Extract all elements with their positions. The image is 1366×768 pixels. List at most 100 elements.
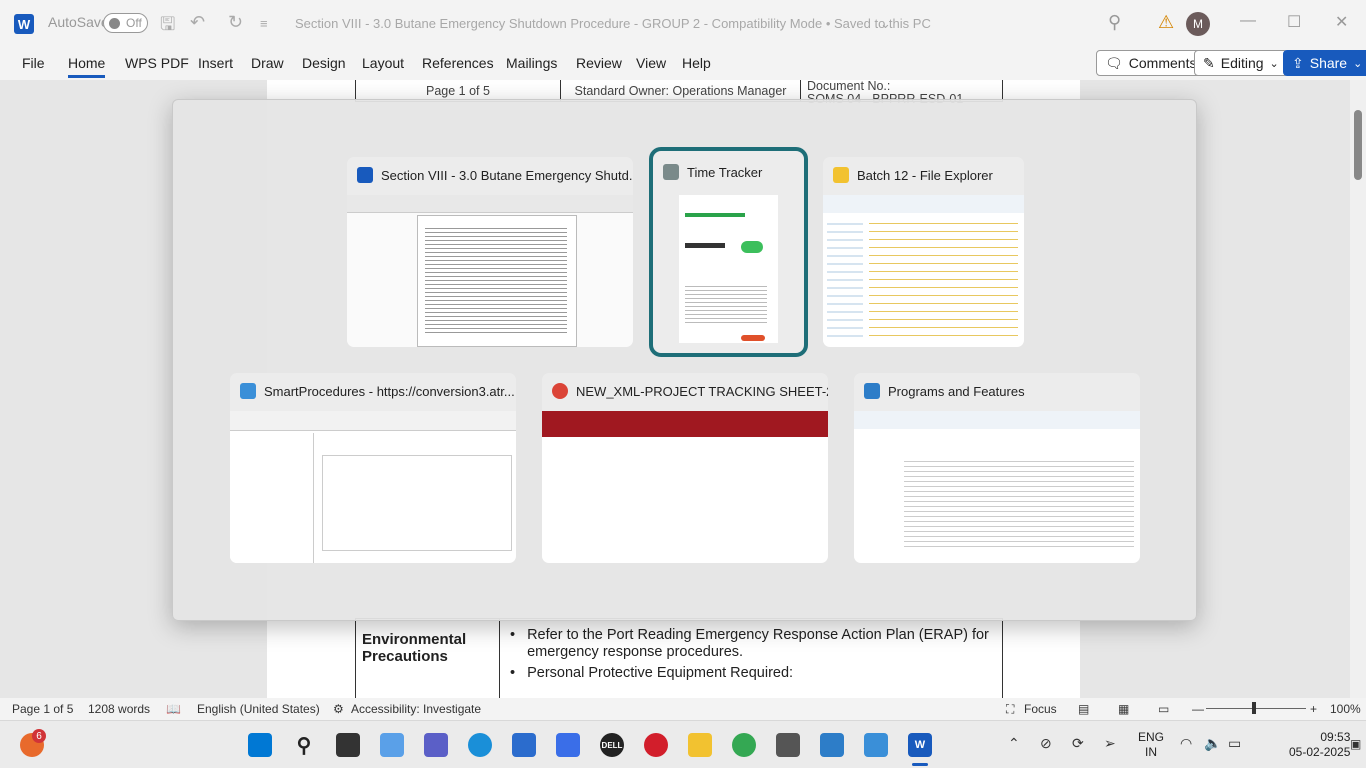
- zoom-level[interactable]: 100%: [1330, 702, 1361, 716]
- tab-review[interactable]: Review: [576, 55, 622, 71]
- search-icon[interactable]: ⚲: [1108, 12, 1121, 33]
- language[interactable]: English (United States): [197, 702, 320, 716]
- location-icon[interactable]: ➢: [1104, 735, 1116, 752]
- word-logo-icon: W: [14, 14, 34, 34]
- zoom-slider[interactable]: [1206, 708, 1306, 709]
- battery-icon[interactable]: ▭: [1228, 735, 1241, 752]
- taskbar: 6 ⚲ DELL W ⌃ ⊘ ⟳ ➢ ENG IN ◠ 🔈 ▭ 09:53 05…: [0, 720, 1366, 768]
- dell-icon[interactable]: DELL: [600, 733, 624, 757]
- read-mode-icon[interactable]: ▤: [1078, 702, 1089, 716]
- status-bar: Page 1 of 5 1208 words 📖 English (United…: [0, 698, 1366, 720]
- chrome-icon: [552, 383, 568, 399]
- accessibility-status[interactable]: Accessibility: Investigate: [351, 702, 481, 716]
- opera-icon[interactable]: [644, 733, 668, 757]
- power-automate-icon[interactable]: [556, 733, 580, 757]
- header-docno: Document No.: SOMS 04 - BPPRR-ESD-01: [801, 80, 1002, 106]
- file-explorer-icon[interactable]: [688, 733, 712, 757]
- tab-draw[interactable]: Draw: [251, 55, 284, 71]
- network-off-icon[interactable]: ⊘: [1040, 735, 1052, 752]
- warning-icon[interactable]: ⚠: [1158, 12, 1174, 33]
- minimize-icon[interactable]: —: [1240, 12, 1256, 30]
- edge-icon[interactable]: [468, 733, 492, 757]
- redo-icon[interactable]: ↻: [228, 12, 243, 33]
- sync-icon[interactable]: ⟳: [1072, 735, 1084, 752]
- tab-insert[interactable]: Insert: [198, 55, 233, 71]
- time-tracker-icon: [663, 164, 679, 180]
- notifications-icon[interactable]: ▣: [1350, 737, 1361, 751]
- accessibility-icon: ⚙: [333, 702, 344, 716]
- share-label: Share: [1309, 55, 1348, 71]
- word-icon: [357, 167, 373, 183]
- tab-help[interactable]: Help: [682, 55, 711, 71]
- user-avatar[interactable]: M: [1186, 12, 1210, 36]
- word-icon[interactable]: W: [908, 733, 932, 757]
- toggle-knob: [109, 18, 120, 29]
- window-card-chrome-tracking-sheet[interactable]: NEW_XML-PROJECT TRACKING SHEET-202...: [542, 373, 828, 563]
- share-button[interactable]: ⇪ Share ⌄: [1283, 50, 1366, 76]
- volume-icon[interactable]: 🔈: [1204, 735, 1221, 752]
- read-aloud-icon[interactable]: 📖: [166, 702, 181, 716]
- print-layout-icon[interactable]: ▦: [1118, 702, 1129, 716]
- wifi-icon[interactable]: ◠: [1180, 735, 1192, 752]
- title-chevron-down-icon[interactable]: ⌄: [880, 16, 891, 32]
- smartprocedures-icon[interactable]: [864, 733, 888, 757]
- content-table: Environmental Precautions • Refer to the …: [355, 618, 1003, 698]
- web-layout-icon[interactable]: ▭: [1158, 702, 1169, 716]
- notification-badge: 6: [32, 729, 46, 743]
- control-panel-icon[interactable]: [820, 733, 844, 757]
- tab-file[interactable]: File: [22, 55, 45, 71]
- tray-chevron-up-icon[interactable]: ⌃: [1008, 735, 1020, 752]
- smartprocedures-icon: [240, 383, 256, 399]
- zoom-in-icon[interactable]: +: [1310, 702, 1317, 716]
- tab-home[interactable]: Home: [68, 55, 106, 78]
- focus-button[interactable]: Focus: [1024, 702, 1057, 716]
- clock[interactable]: 09:53 05-02-2025: [1289, 730, 1350, 760]
- vertical-scrollbar[interactable]: [1350, 80, 1366, 698]
- close-icon[interactable]: ✕: [1335, 12, 1348, 32]
- teams-icon[interactable]: [424, 733, 448, 757]
- editing-label: Editing: [1220, 55, 1264, 71]
- autosave-label: AutoSave: [48, 14, 109, 30]
- task-view-icon[interactable]: [336, 733, 360, 757]
- autosave-toggle[interactable]: Off: [103, 13, 148, 33]
- section-content: • Refer to the Port Reading Emergency Res…: [500, 619, 1002, 698]
- focus-icon: ⛶: [1006, 702, 1015, 716]
- header-page: Page 1 of 5: [356, 80, 561, 101]
- undo-icon[interactable]: ↶: [190, 12, 205, 33]
- save-icon[interactable]: 🖫: [160, 12, 175, 42]
- maximize-icon[interactable]: ☐: [1287, 12, 1301, 32]
- window-card-time-tracker[interactable]: Time Tracker: [649, 147, 808, 357]
- window-title: SmartProcedures - https://conversion3.at…: [264, 383, 515, 399]
- window-title: Section VIII - 3.0 Butane Emergency Shut…: [381, 167, 633, 183]
- window-card-smartprocedures[interactable]: SmartProcedures - https://conversion3.at…: [230, 373, 516, 563]
- tab-view[interactable]: View: [636, 55, 666, 71]
- window-card-word[interactable]: Section VIII - 3.0 Butane Emergency Shut…: [347, 157, 633, 347]
- customize-toolbar-icon[interactable]: ≡: [260, 16, 268, 31]
- editing-mode-button[interactable]: ✎ Editing ⌄: [1194, 50, 1288, 76]
- folder-icon: [833, 167, 849, 183]
- scroll-thumb[interactable]: [1354, 110, 1362, 180]
- window-card-programs-features[interactable]: Programs and Features: [854, 373, 1140, 563]
- comments-button[interactable]: 🗨 Comments: [1096, 50, 1206, 76]
- start-icon[interactable]: [248, 733, 272, 757]
- chrome-icon[interactable]: [732, 733, 756, 757]
- tab-wps-pdf[interactable]: WPS PDF: [125, 55, 189, 71]
- zoom-out-icon[interactable]: —: [1192, 702, 1204, 716]
- tab-layout[interactable]: Layout: [362, 55, 404, 71]
- zoom-slider-thumb[interactable]: [1252, 702, 1256, 714]
- copilot-icon[interactable]: [380, 733, 404, 757]
- window-card-file-explorer[interactable]: Batch 12 - File Explorer: [823, 157, 1024, 347]
- time: 09:53: [1320, 730, 1351, 744]
- time-tracker-icon[interactable]: [776, 733, 800, 757]
- window-thumbnail: [823, 195, 1024, 347]
- tab-mailings[interactable]: Mailings: [506, 55, 557, 71]
- tab-design[interactable]: Design: [302, 55, 346, 71]
- comment-icon: 🗨: [1105, 54, 1123, 71]
- control-panel-icon: [864, 383, 880, 399]
- tab-references[interactable]: References: [422, 55, 494, 71]
- store-icon[interactable]: [512, 733, 536, 757]
- search-icon[interactable]: ⚲: [292, 733, 316, 757]
- word-count[interactable]: 1208 words: [88, 702, 150, 716]
- page-count[interactable]: Page 1 of 5: [12, 702, 73, 716]
- input-language[interactable]: ENG IN: [1138, 730, 1164, 760]
